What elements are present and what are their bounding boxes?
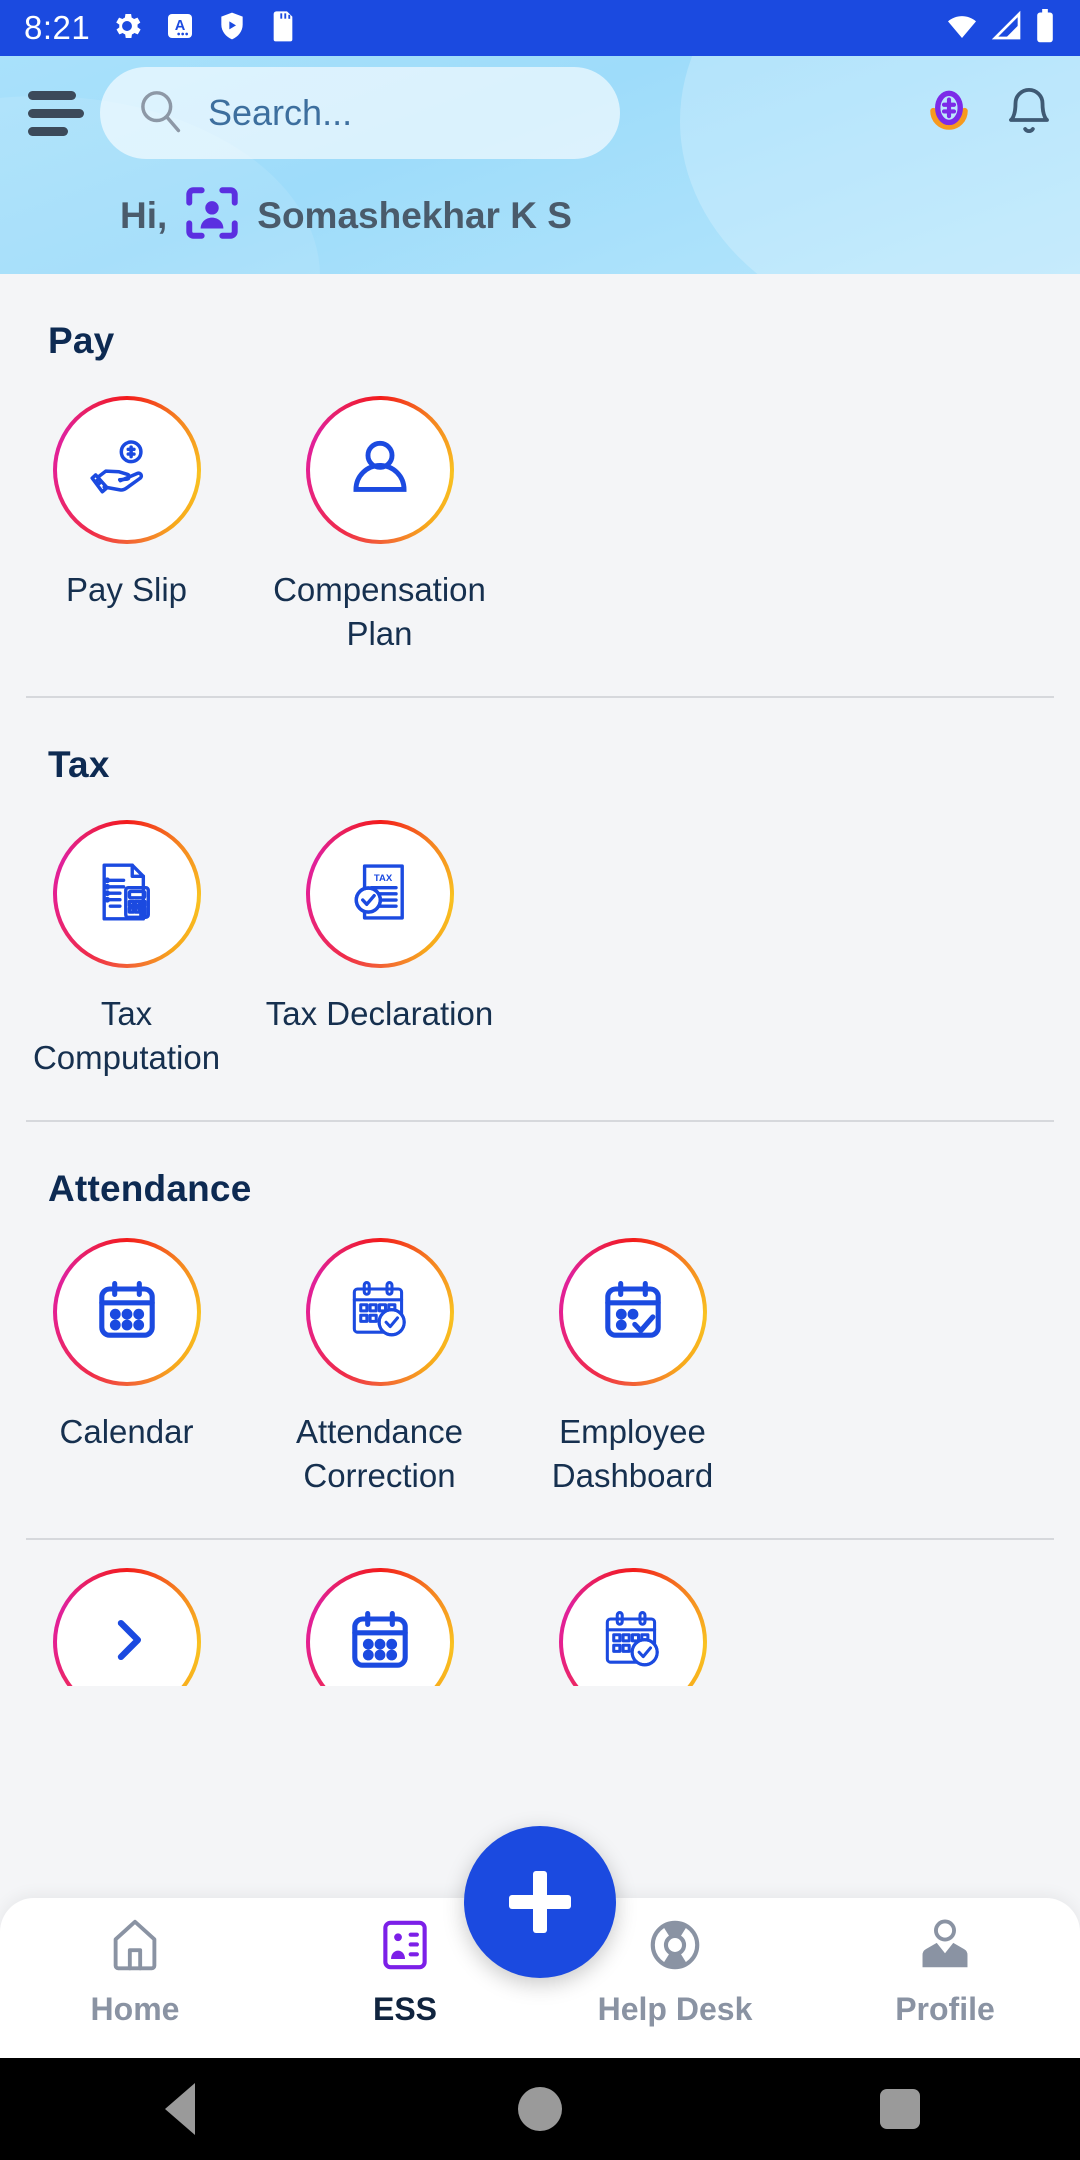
calendar-check-icon bbox=[345, 1275, 415, 1350]
id-card-icon bbox=[374, 1914, 436, 1981]
android-navigation-bar bbox=[0, 2058, 1080, 2160]
tile-label: Attendance Correction bbox=[296, 1413, 463, 1494]
signal-icon bbox=[990, 10, 1024, 47]
tile-ring: TAX bbox=[306, 820, 454, 968]
tile-grid-attendance: Calendar Attendance Correction Employee … bbox=[0, 1210, 1080, 1498]
greeting-row: Hi, Somashekhar K S bbox=[0, 160, 1080, 249]
status-bar-left: 8:21 A bbox=[24, 9, 298, 48]
recents-button[interactable] bbox=[820, 2089, 980, 2129]
back-button[interactable] bbox=[100, 2083, 260, 2135]
app-header: Search... Hi, Somashekhar K S bbox=[0, 56, 1080, 274]
plus-icon-vertical bbox=[533, 1871, 547, 1933]
section-pay: Pay Pay Slip Compensation Plan bbox=[0, 274, 1080, 698]
section-title-pay: Pay bbox=[48, 320, 115, 361]
tile-more[interactable] bbox=[0, 1568, 253, 1686]
hand-money-icon bbox=[89, 430, 165, 511]
keyboard-a-icon: A bbox=[164, 10, 196, 47]
sd-card-icon bbox=[268, 10, 298, 47]
status-bar: 8:21 A bbox=[0, 0, 1080, 56]
nav-label: Home bbox=[90, 1991, 180, 2027]
shield-play-icon bbox=[216, 10, 248, 47]
greeting-prefix: Hi, bbox=[120, 194, 168, 236]
nav-label: Profile bbox=[895, 1991, 995, 2027]
tile-label: Pay Slip bbox=[65, 571, 188, 608]
user-person-icon bbox=[341, 429, 419, 512]
lifebuoy-icon bbox=[644, 1914, 706, 1981]
battery-icon bbox=[1034, 8, 1056, 48]
tile-ring bbox=[306, 396, 454, 544]
chevron-right-icon bbox=[98, 1611, 156, 1674]
tile-ring bbox=[53, 1238, 201, 1386]
nav-label: Help Desk bbox=[597, 1991, 753, 2027]
home-button[interactable] bbox=[460, 2087, 620, 2131]
tile-ring bbox=[559, 1238, 707, 1386]
document-calculator-icon bbox=[90, 855, 164, 934]
search-icon bbox=[134, 85, 186, 142]
section-title-attendance: Attendance bbox=[48, 1168, 252, 1209]
tile-ring bbox=[306, 1238, 454, 1386]
add-fab-button[interactable] bbox=[464, 1826, 616, 1978]
tile-attendance-correction[interactable]: Attendance Correction bbox=[253, 1238, 506, 1498]
tile-calendar[interactable]: Calendar bbox=[0, 1238, 253, 1498]
status-bar-clock: 8:21 bbox=[24, 9, 91, 46]
tile-partial-calendar[interactable] bbox=[253, 1568, 506, 1686]
status-bar-right bbox=[944, 8, 1056, 48]
gear-icon bbox=[110, 9, 144, 48]
tile-tax-computation[interactable]: Tax Computation bbox=[0, 820, 253, 1080]
person-suit-icon bbox=[914, 1914, 976, 1981]
circle-home-icon bbox=[518, 2087, 562, 2131]
nav-item-profile[interactable]: Profile bbox=[810, 1898, 1080, 2028]
header-actions bbox=[924, 84, 1056, 143]
tile-grid-partial bbox=[0, 1568, 1080, 1686]
tile-label: Tax Computation bbox=[32, 995, 221, 1076]
nav-label: ESS bbox=[372, 1991, 438, 2027]
tile-employee-dashboard[interactable]: Employee Dashboard bbox=[506, 1238, 759, 1498]
calendar-check-icon bbox=[598, 1605, 668, 1680]
tile-ring bbox=[53, 820, 201, 968]
tile-label: Tax Declaration bbox=[265, 995, 494, 1032]
svg-text:A: A bbox=[175, 18, 186, 34]
tile-grid-tax: Tax Computation TAX Tax Declaration bbox=[0, 786, 1080, 1080]
calendar-icon bbox=[91, 1274, 163, 1351]
tile-compensation-plan[interactable]: Compensation Plan bbox=[253, 396, 506, 656]
user-scan-avatar-icon[interactable] bbox=[181, 182, 243, 249]
tile-label: Calendar bbox=[59, 1413, 194, 1450]
section-attendance: Attendance Calendar Attendance Correctio… bbox=[0, 1122, 1080, 1540]
wifi-icon bbox=[944, 10, 980, 47]
tile-label: Compensation Plan bbox=[273, 571, 486, 652]
square-recents-icon bbox=[880, 2089, 920, 2129]
home-icon bbox=[104, 1914, 166, 1981]
header-toolbar: Search... bbox=[0, 56, 1080, 160]
tile-ring bbox=[559, 1568, 707, 1686]
tile-partial-attendance-correction[interactable] bbox=[506, 1568, 759, 1686]
section-divider bbox=[26, 1538, 1054, 1540]
user-name: Somashekhar K S bbox=[257, 194, 572, 236]
tile-ring bbox=[53, 396, 201, 544]
partial-tile-row bbox=[0, 1568, 1080, 1686]
tile-pay-slip[interactable]: Pay Slip bbox=[0, 396, 253, 656]
tile-grid-pay: Pay Slip Compensation Plan bbox=[0, 362, 1080, 656]
tile-tax-declaration[interactable]: TAX Tax Declaration bbox=[253, 820, 506, 1080]
hamburger-icon[interactable] bbox=[24, 85, 84, 141]
section-title-tax: Tax bbox=[48, 744, 110, 785]
search-placeholder: Search... bbox=[208, 92, 353, 133]
tile-ring bbox=[53, 1568, 201, 1686]
tile-ring bbox=[306, 1568, 454, 1686]
svg-text:TAX: TAX bbox=[373, 872, 392, 883]
calendar-icon bbox=[344, 1604, 416, 1681]
calendar-check-bold-icon bbox=[597, 1274, 669, 1351]
search-input[interactable]: Search... bbox=[100, 67, 620, 159]
tax-document-check-icon: TAX bbox=[343, 855, 417, 934]
tile-label: Employee Dashboard bbox=[551, 1413, 714, 1494]
section-tax: Tax Tax Computation TAX Tax Declaration bbox=[0, 698, 1080, 1122]
notification-bell-icon[interactable] bbox=[1002, 84, 1056, 143]
app-root: 8:21 A Search... Hi, Somashekhar K S Pay… bbox=[0, 0, 1080, 2160]
nav-item-home[interactable]: Home bbox=[0, 1898, 270, 2028]
triangle-back-icon bbox=[165, 2083, 195, 2135]
rewards-badge-icon[interactable] bbox=[924, 86, 974, 141]
